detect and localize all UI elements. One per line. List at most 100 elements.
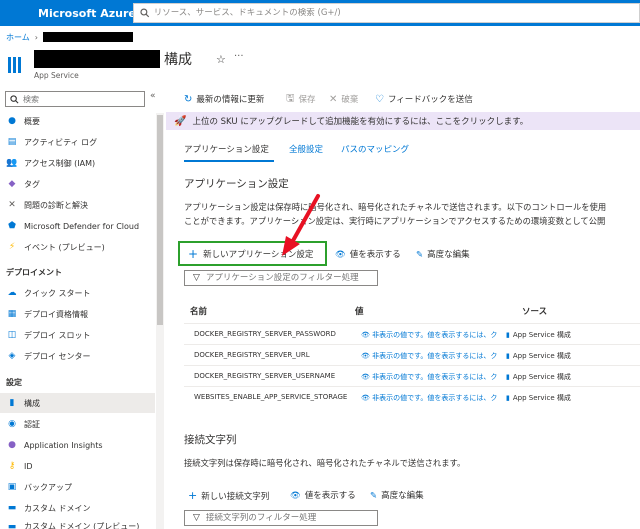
sidebar-item-events[interactable]: ⚡ イベント (プレビュー) xyxy=(0,237,155,257)
setting-value[interactable]: 👁 非表示の値です。値を表示するには、ク xyxy=(361,393,523,403)
sidebar-item-slots[interactable]: ◫ デプロイ スロット xyxy=(0,325,155,345)
app-settings-filter[interactable]: ▽ xyxy=(184,270,378,286)
sidebar-item-app-insights[interactable]: ● Application Insights xyxy=(0,435,155,455)
sidebar-scrollbar-thumb[interactable] xyxy=(157,115,163,325)
filter-icon: ▽ xyxy=(193,273,200,283)
sidebar-item-deploy-center[interactable]: ◈ デプロイ センター xyxy=(0,346,155,366)
column-header-source[interactable]: ソース xyxy=(522,305,547,317)
sidebar-item-diagnose[interactable]: ✕ 問題の診断と解決 xyxy=(0,195,155,215)
breadcrumb-home[interactable]: ホーム xyxy=(6,32,30,43)
setting-source: ▮ App Service 構成 xyxy=(506,331,571,339)
setting-name[interactable]: DOCKER_REGISTRY_SERVER_URL xyxy=(194,351,310,359)
collapse-icon[interactable]: « xyxy=(150,91,156,101)
tab-general-settings[interactable]: 全般設定 xyxy=(289,143,323,155)
refresh-button[interactable]: ↻ 最新の情報に更新 xyxy=(184,90,264,108)
sidebar-item-tags[interactable]: ◆ タグ xyxy=(0,174,155,194)
feedback-button[interactable]: ♡ フィードバックを送信 xyxy=(375,90,473,108)
setting-value[interactable]: 👁 非表示の値です。値を表示するには、ク xyxy=(361,372,523,382)
eye-icon: 👁 xyxy=(361,373,373,381)
setting-value[interactable]: 👁 非表示の値です。値を表示するには、ク xyxy=(361,330,523,340)
setting-source: ▮ App Service 構成 xyxy=(506,373,571,381)
wrench-icon: ✕ xyxy=(8,200,16,210)
config-source-icon: ▮ xyxy=(506,352,510,360)
setting-source: ▮ App Service 構成 xyxy=(506,394,571,402)
resource-type: App Service xyxy=(34,71,79,80)
sidebar-item-activity-log[interactable]: ▤ アクティビティ ログ xyxy=(0,132,155,152)
config-source-icon: ▮ xyxy=(506,331,510,339)
table-row[interactable]: DOCKER_REGISTRY_SERVER_PASSWORD 👁 非表示の値で… xyxy=(184,323,640,344)
setting-name[interactable]: WEBSITES_ENABLE_APP_SERVICE_STORAGE xyxy=(194,393,347,401)
sidebar-item-quickstart[interactable]: ☁ クイック スタート xyxy=(0,283,155,303)
column-header-value[interactable]: 値 xyxy=(355,305,364,317)
connection-strings-filter[interactable]: ▽ xyxy=(184,510,378,526)
save-icon: 🖫 xyxy=(286,92,295,104)
table-row[interactable]: WEBSITES_ENABLE_APP_SERVICE_STORAGE 👁 非表… xyxy=(184,386,640,407)
table-row[interactable]: DOCKER_REGISTRY_SERVER_URL 👁 非表示の値です。値を表… xyxy=(184,344,640,365)
connection-strings-filter-input[interactable] xyxy=(205,513,371,523)
redacted-resource-name xyxy=(34,50,160,68)
more-icon[interactable]: ··· xyxy=(234,51,244,62)
cloud-icon: ☁ xyxy=(7,288,17,298)
page-title: 構成 xyxy=(164,52,192,68)
breadcrumb: ホーム › xyxy=(6,30,133,44)
refresh-icon: ↻ xyxy=(184,93,193,105)
brand-logo[interactable]: Microsoft Azure xyxy=(0,7,136,20)
pencil-icon: ✎ xyxy=(416,250,424,260)
top-bar: Microsoft Azure xyxy=(0,0,640,26)
sidebar-item-identity[interactable]: ⚷ ID xyxy=(0,456,155,476)
show-connection-values-button[interactable]: 👁 値を表示する xyxy=(290,489,356,501)
backup-icon: ▣ xyxy=(7,482,17,492)
active-tab-indicator xyxy=(184,160,274,162)
sidebar-item-backup[interactable]: ▣ バックアップ xyxy=(0,477,155,497)
discard-button[interactable]: ✕ 破棄 xyxy=(329,90,358,108)
app-service-icon xyxy=(8,57,22,73)
save-button[interactable]: 🖫 保存 xyxy=(286,90,316,108)
show-values-button[interactable]: 👁 値を表示する xyxy=(335,248,401,260)
domain-icon: ▬ xyxy=(7,503,17,513)
tag-icon: ◆ xyxy=(8,179,16,189)
connection-strings-heading: 接続文字列 xyxy=(184,434,237,446)
sidebar-item-credentials[interactable]: ▦ デプロイ資格情報 xyxy=(0,304,155,324)
credentials-icon: ▦ xyxy=(7,309,17,319)
sidebar-item-overview[interactable]: ● 概要 xyxy=(0,111,155,131)
sidebar-item-custom-domain[interactable]: ▬ カスタム ドメイン xyxy=(0,498,155,518)
sidebar-search[interactable] xyxy=(5,91,145,107)
connection-advanced-edit-button[interactable]: ✎ 高度な編集 xyxy=(370,489,424,501)
advanced-edit-button[interactable]: ✎ 高度な編集 xyxy=(416,248,470,260)
people-icon: 👥 xyxy=(6,158,18,168)
tab-path-mapping[interactable]: パスのマッピング xyxy=(341,143,409,155)
eye-icon: 👁 xyxy=(290,491,301,501)
config-icon: ▮ xyxy=(9,398,15,408)
eye-icon: 👁 xyxy=(361,352,373,360)
column-header-name[interactable]: 名前 xyxy=(190,305,207,317)
search-icon xyxy=(140,8,150,18)
favorite-star-icon[interactable]: ☆ xyxy=(216,53,226,66)
sidebar-item-iam[interactable]: 👥 アクセス制御 (IAM) xyxy=(0,153,155,173)
sidebar-item-custom-domain-preview[interactable]: ▬ カスタム ドメイン (プレビュー) xyxy=(0,519,155,529)
domain-icon: ▬ xyxy=(7,522,17,529)
close-icon: ✕ xyxy=(329,93,338,105)
setting-name[interactable]: DOCKER_REGISTRY_SERVER_PASSWORD xyxy=(194,330,336,338)
global-search-input[interactable] xyxy=(153,8,639,18)
tab-app-settings[interactable]: アプリケーション設定 xyxy=(184,143,269,155)
bulb-icon: ● xyxy=(8,440,16,450)
key-icon: ⚷ xyxy=(8,461,16,471)
sidebar: « ●概要 ▤アクティビティ ログ 👥アクセス制御 (IAM) ◆タグ ✕問題の… xyxy=(0,88,165,529)
pencil-icon: ✎ xyxy=(370,491,378,501)
setting-name[interactable]: DOCKER_REGISTRY_SERVER_USERNAME xyxy=(194,372,335,380)
auth-icon: ◉ xyxy=(8,419,16,429)
setting-value[interactable]: 👁 非表示の値です。値を表示するには、ク xyxy=(361,351,523,361)
globe-icon: ● xyxy=(8,116,16,126)
new-connection-string-button[interactable]: + 新しい接続文字列 xyxy=(188,489,269,502)
cube-icon: ◈ xyxy=(8,351,16,361)
app-settings-filter-input[interactable] xyxy=(205,273,371,283)
search-icon xyxy=(10,94,19,103)
upgrade-banner[interactable]: 🚀 上位の SKU にアップグレードして追加機能を有効にするには、ここをクリックし… xyxy=(166,112,640,130)
table-row[interactable]: DOCKER_REGISTRY_SERVER_USERNAME 👁 非表示の値で… xyxy=(184,365,640,386)
sidebar-item-configuration[interactable]: ▮ 構成 xyxy=(0,393,155,413)
sidebar-search-input[interactable] xyxy=(23,94,133,104)
eye-icon: 👁 xyxy=(361,394,373,402)
global-search[interactable] xyxy=(133,3,640,23)
sidebar-item-defender[interactable]: ⬟ Microsoft Defender for Cloud xyxy=(0,216,155,236)
sidebar-item-auth[interactable]: ◉ 認証 xyxy=(0,414,155,434)
